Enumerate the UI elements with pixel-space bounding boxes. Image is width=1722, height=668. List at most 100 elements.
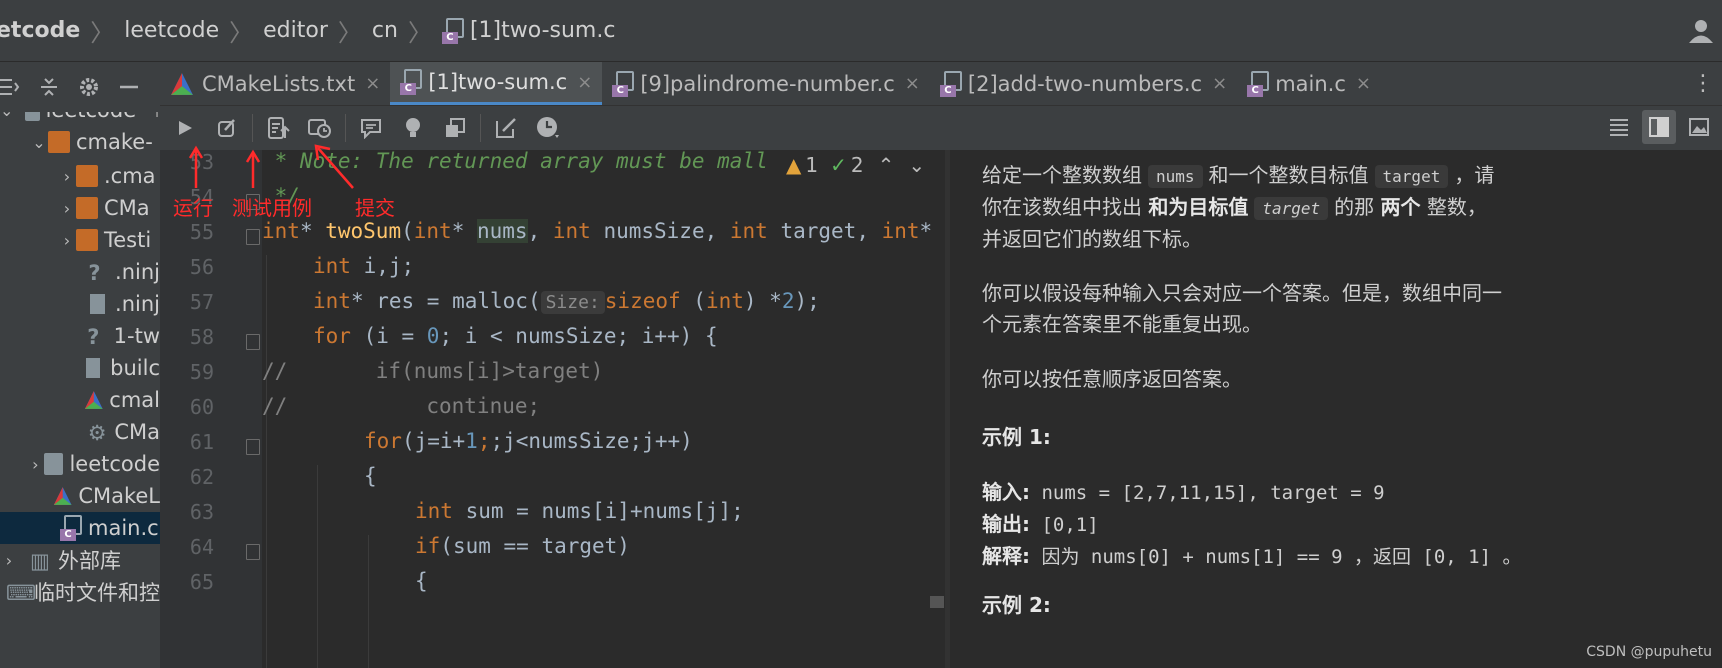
- tree-item[interactable]: ⚙ CMa: [0, 416, 160, 448]
- code-line-61: for(j=i+1;;j<numsSize;j++): [364, 429, 693, 453]
- close-icon[interactable]: ×: [905, 73, 920, 94]
- tab-two-sum[interactable]: C [1]two-sum.c ×: [390, 62, 603, 105]
- tree-item[interactable]: ? 1-tw: [0, 320, 160, 352]
- c-file-icon: C: [400, 69, 423, 95]
- test-case-button[interactable]: [210, 111, 244, 145]
- tree-item[interactable]: CMakeL: [0, 480, 160, 512]
- breadcrumb-separator: 〉: [407, 19, 432, 47]
- code-line-63: int sum = nums[i]+nums[j];: [415, 499, 744, 523]
- hide-panel-icon[interactable]: [114, 72, 144, 102]
- run-button[interactable]: [168, 111, 202, 145]
- tab-add-two-numbers[interactable]: C [2]add-two-numbers.c ×: [930, 62, 1237, 105]
- line-number: 59: [189, 360, 214, 384]
- breadcrumb-item-file[interactable]: C [1]two-sum.c: [441, 17, 615, 44]
- breadcrumb-item[interactable]: leetcode: [124, 18, 219, 43]
- tab-cmakelists[interactable]: CMakeLists.txt ×: [160, 62, 390, 105]
- tree-item[interactable]: .ninj: [0, 288, 160, 320]
- code-line-62: {: [364, 464, 377, 488]
- chevron-right-icon[interactable]: ›: [58, 231, 76, 250]
- c-file-icon: C: [612, 70, 635, 97]
- breadcrumb-item[interactable]: etcode: [0, 18, 80, 43]
- chevron-right-icon[interactable]: ›: [58, 199, 76, 218]
- tree-item[interactable]: builc: [0, 352, 160, 384]
- annotation-test-case: 测试用例: [232, 196, 312, 220]
- tree-item[interactable]: ? .ninj: [0, 256, 160, 288]
- annotation-submit: 提交: [355, 196, 395, 220]
- folder-icon: [76, 165, 98, 187]
- text-file-icon: [89, 294, 106, 314]
- description-paragraph: 你可以假设每种输入只会对应一个答案。但是，数组中同一 个元素在答案里不能重复出现。: [982, 281, 1502, 336]
- tree-item-leetcode[interactable]: › leetcode: [0, 448, 160, 480]
- inspection-widget[interactable]: ▲ 1 ✓ 2 ⌃ ⌄: [786, 152, 926, 178]
- editor-only-view-button[interactable]: [1602, 110, 1636, 144]
- fold-marker-icon[interactable]: [246, 439, 260, 455]
- close-icon[interactable]: ×: [365, 73, 380, 94]
- solution-button[interactable]: [396, 111, 430, 145]
- chevron-right-icon[interactable]: ›: [27, 455, 43, 474]
- toolbar-separator: [480, 114, 481, 142]
- copy-button[interactable]: [438, 111, 472, 145]
- chevron-right-icon[interactable]: ›: [58, 167, 76, 186]
- user-icon[interactable]: [1688, 18, 1714, 44]
- tree-item[interactable]: › Testi: [0, 224, 160, 256]
- tree-item-scratches[interactable]: ⌨ 临时文件和控: [0, 576, 160, 608]
- chevron-right-icon[interactable]: ›: [0, 551, 18, 570]
- breadcrumb-item[interactable]: editor: [263, 18, 328, 43]
- line-number: 58: [189, 325, 214, 349]
- chevron-down-icon[interactable]: ⌄: [30, 133, 48, 152]
- unknown-file-icon: ?: [88, 261, 101, 285]
- line-number: 55: [189, 220, 214, 244]
- fold-marker-icon[interactable]: [246, 229, 260, 245]
- tab-palindrome-number[interactable]: C [9]palindrome-number.c ×: [602, 62, 930, 105]
- c-file-icon: C: [60, 515, 82, 541]
- submission-history-button[interactable]: [303, 111, 337, 145]
- warning-count: 1: [805, 153, 819, 177]
- close-icon[interactable]: ×: [577, 72, 592, 93]
- tab-main-c[interactable]: C main.c ×: [1237, 62, 1381, 105]
- indent-guide: [317, 465, 318, 668]
- code-editor[interactable]: * Note: The returned array must be mall …: [262, 150, 950, 668]
- note-button[interactable]: [489, 111, 523, 145]
- timer-button[interactable]: [531, 111, 565, 145]
- code-line-58: for (i = 0; i < numsSize; i++) {: [313, 324, 718, 348]
- close-icon[interactable]: ×: [1212, 73, 1227, 94]
- text-file-icon: [85, 358, 101, 378]
- comments-button[interactable]: [354, 111, 388, 145]
- split-view-button[interactable]: [1642, 110, 1676, 144]
- fold-marker-icon[interactable]: [246, 334, 260, 350]
- code-line-59: // if(nums[i]>target): [262, 359, 604, 383]
- tree-item-leetcode-root[interactable]: ⌄leetcodel: [0, 112, 160, 126]
- c-file-icon: C: [1247, 70, 1270, 97]
- fold-marker-icon[interactable]: [246, 544, 260, 560]
- submit-button[interactable]: [261, 111, 295, 145]
- tree-item[interactable]: › .cma: [0, 160, 160, 192]
- preview-only-view-button[interactable]: [1682, 110, 1716, 144]
- vertical-scrollbar[interactable]: [930, 596, 944, 608]
- tree-item[interactable]: › CMa: [0, 192, 160, 224]
- gear-icon[interactable]: [74, 72, 104, 102]
- chevron-down-icon[interactable]: ⌄: [908, 153, 925, 177]
- annotation-run: 运行: [173, 196, 213, 220]
- chevron-down-icon[interactable]: ⌄: [0, 112, 13, 120]
- line-number: 57: [189, 290, 214, 314]
- tree-item-external-libs[interactable]: › ▥ 外部库: [0, 544, 160, 576]
- tree-item-main-c[interactable]: Cmain.c: [0, 512, 160, 544]
- scratches-icon: ⌨: [6, 581, 37, 605]
- line-number: 64: [189, 535, 214, 559]
- description-paragraph: 你可以按任意顺序返回答案。: [982, 367, 1242, 391]
- unknown-file-icon: ?: [87, 325, 100, 349]
- expand-all-icon[interactable]: [34, 72, 64, 102]
- collapse-all-icon[interactable]: [0, 72, 24, 102]
- more-options-icon[interactable]: ⋮: [1692, 72, 1714, 96]
- breadcrumb-separator: 〉: [90, 19, 115, 47]
- toolbar-separator: [345, 114, 346, 142]
- tree-item-cmake[interactable]: ⌄ cmake-: [0, 126, 160, 158]
- breadcrumb-separator: 〉: [337, 19, 362, 47]
- code-line-64: if(sum == target): [415, 534, 630, 558]
- breadcrumb-item[interactable]: cn: [372, 18, 398, 43]
- close-icon[interactable]: ×: [1356, 73, 1371, 94]
- folder-icon: [76, 229, 98, 251]
- chevron-up-icon[interactable]: ⌃: [878, 153, 895, 177]
- cmake-icon: [171, 72, 193, 95]
- tree-item[interactable]: cmal: [0, 384, 160, 416]
